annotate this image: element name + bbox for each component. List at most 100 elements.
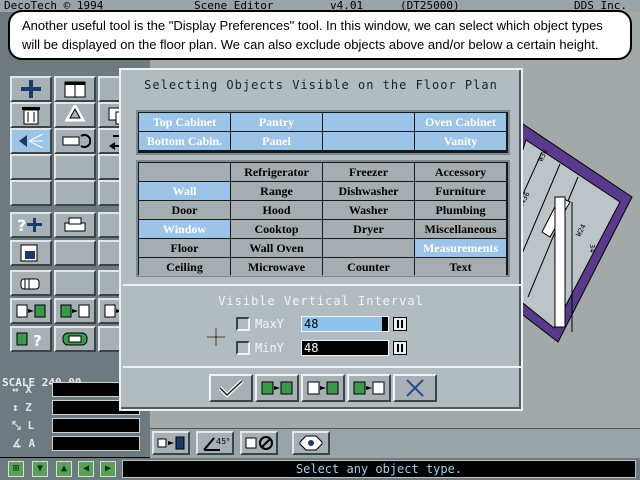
trash-tool-button[interactable] — [10, 102, 52, 128]
object-type-dryer[interactable]: Dryer — [323, 220, 414, 238]
cabinet-type-empty-0-2[interactable] — [323, 113, 414, 131]
angle-45-icon: 45° — [203, 437, 230, 451]
angle-label: ∡ A — [12, 437, 36, 450]
object-type-empty-0-0[interactable] — [139, 163, 230, 181]
object-type-text[interactable]: Text — [415, 258, 506, 276]
tutorial-tooltip: Another useful tool is the "Display Pref… — [8, 10, 632, 60]
object-type-freezer[interactable]: Freezer — [323, 163, 414, 181]
nav-down-button[interactable]: ▼ — [32, 461, 48, 477]
layer-icon — [62, 332, 88, 346]
object-type-ceiling[interactable]: Ceiling — [139, 258, 230, 276]
min-y-input[interactable]: 48 — [301, 340, 389, 356]
object-type-microwave[interactable]: Microwave — [231, 258, 322, 276]
checkmark-icon — [218, 379, 244, 398]
object-type-dishwasher[interactable]: Dishwasher — [323, 182, 414, 200]
object-type-refrigerator[interactable]: Refrigerator — [231, 163, 322, 181]
display-preferences-dialog: Selecting Objects Visible on the Floor P… — [119, 68, 523, 411]
cabinet-type-top-cabinet[interactable]: Top Cabinet — [139, 113, 230, 131]
grid-question-icon: ? — [16, 332, 42, 349]
rotate-tool-button[interactable] — [54, 128, 96, 154]
object-type-window[interactable]: Window — [139, 220, 230, 238]
empty-tool-10[interactable] — [54, 270, 96, 296]
export-tool-button[interactable] — [10, 240, 52, 266]
height-cursor-icon — [207, 328, 225, 346]
grid-arrow-icon — [60, 304, 90, 318]
object-type-furniture[interactable]: Furniture — [415, 182, 506, 200]
empty-tool-1[interactable] — [10, 154, 52, 180]
object-type-empty-4-2[interactable] — [323, 239, 414, 257]
angle-field[interactable] — [52, 436, 140, 451]
object-type-washer[interactable]: Washer — [323, 201, 414, 219]
cabinet-type-empty-1-2[interactable] — [323, 132, 414, 150]
transfer-tool-button-1[interactable] — [10, 298, 52, 324]
separator-bottom — [123, 366, 521, 368]
recycle-tool-button[interactable] — [54, 102, 96, 128]
object-type-wall-oven[interactable]: Wall Oven — [231, 239, 322, 257]
status-bar: ⊠ ▼ ▲ ◀ ▶ Select any object type. — [0, 458, 640, 480]
empty-tool-5[interactable] — [54, 180, 96, 206]
object-type-floor[interactable]: Floor — [139, 239, 230, 257]
empty-tool-4[interactable] — [10, 180, 52, 206]
move-tool-button[interactable] — [152, 431, 190, 455]
object-type-counter[interactable]: Counter — [323, 258, 414, 276]
object-type-hood[interactable]: Hood — [231, 201, 322, 219]
print-tool-button[interactable] — [54, 212, 96, 238]
ok-button[interactable] — [209, 374, 253, 402]
max-y-input[interactable]: 48 — [301, 316, 389, 332]
cabinet-type-pantry[interactable]: Pantry — [231, 113, 322, 131]
nav-right-button[interactable]: ▶ — [100, 461, 116, 477]
question-plus-icon: ? — [17, 216, 42, 235]
object-type-range[interactable]: Range — [231, 182, 322, 200]
object-type-plumbing[interactable]: Plumbing — [415, 201, 506, 219]
display-preferences-button[interactable] — [10, 128, 52, 154]
apply-to-grid-button-1[interactable] — [255, 374, 299, 402]
bottom-toolbar: 45° — [150, 428, 640, 458]
min-y-label: MinY — [255, 341, 284, 355]
transfer-tool-button-2[interactable] — [54, 298, 96, 324]
object-type-miscellaneous[interactable]: Miscellaneous — [415, 220, 506, 238]
cabinet-type-oven-cabinet[interactable]: Oven Cabinet — [415, 113, 506, 131]
length-field[interactable] — [52, 418, 140, 433]
object-type-accessory[interactable]: Accessory — [415, 163, 506, 181]
nav-close-button[interactable]: ⊠ — [8, 461, 24, 477]
min-y-spinner[interactable] — [393, 341, 407, 355]
object-type-wall[interactable]: Wall — [139, 182, 230, 200]
cancel-button[interactable] — [393, 374, 437, 402]
cabinet-tool-button[interactable] — [54, 76, 96, 102]
empty-tool-8[interactable] — [54, 240, 96, 266]
layer-tool-button[interactable] — [54, 326, 96, 352]
object-type-door[interactable]: Door — [139, 201, 230, 219]
recycle-icon — [64, 105, 86, 122]
max-y-spinner[interactable] — [393, 317, 407, 331]
angle-tool-button[interactable]: 45° — [196, 431, 234, 455]
z-coordinate-label: ↕ Z — [12, 401, 32, 414]
close-icon — [406, 379, 424, 397]
svg-text:?: ? — [17, 216, 26, 235]
cabinet-types-grid: Top Cabinet Pantry Oven Cabinet Bottom Cabi… — [136, 110, 510, 155]
min-y-checkbox[interactable] — [236, 341, 250, 355]
cabinet-type-panel[interactable]: Panel — [231, 132, 322, 150]
eye-rays-icon — [19, 133, 44, 149]
grid-arrow-icon — [261, 381, 293, 395]
cabinet-type-bottom-cabin[interactable]: Bottom Cabin. — [139, 132, 230, 150]
block-slash-icon — [245, 436, 273, 450]
cabinet-type-vanity[interactable]: Vanity — [415, 132, 506, 150]
help-add-tool-button[interactable]: ? — [10, 212, 52, 238]
nav-left-button[interactable]: ◀ — [78, 461, 94, 477]
max-y-checkbox[interactable] — [236, 317, 250, 331]
apply-to-grid-button-3[interactable] — [347, 374, 391, 402]
add-tool-button[interactable] — [10, 76, 52, 102]
object-type-measurements[interactable]: Measurements — [415, 239, 506, 257]
export-icon — [20, 244, 38, 262]
view-tool-button[interactable] — [292, 431, 330, 455]
empty-tool-2[interactable] — [54, 154, 96, 180]
object-type-cooktop[interactable]: Cooktop — [231, 220, 322, 238]
help-grid-tool-button[interactable]: ? — [10, 326, 52, 352]
exclude-tool-button[interactable] — [240, 431, 278, 455]
move-blocks-icon — [157, 436, 185, 450]
apply-to-grid-button-2[interactable] — [301, 374, 345, 402]
hand-tool-button[interactable] — [10, 270, 52, 296]
interval-title: Visible Vertical Interval — [218, 294, 424, 308]
printer-icon — [64, 217, 86, 232]
nav-up-button[interactable]: ▲ — [56, 461, 72, 477]
